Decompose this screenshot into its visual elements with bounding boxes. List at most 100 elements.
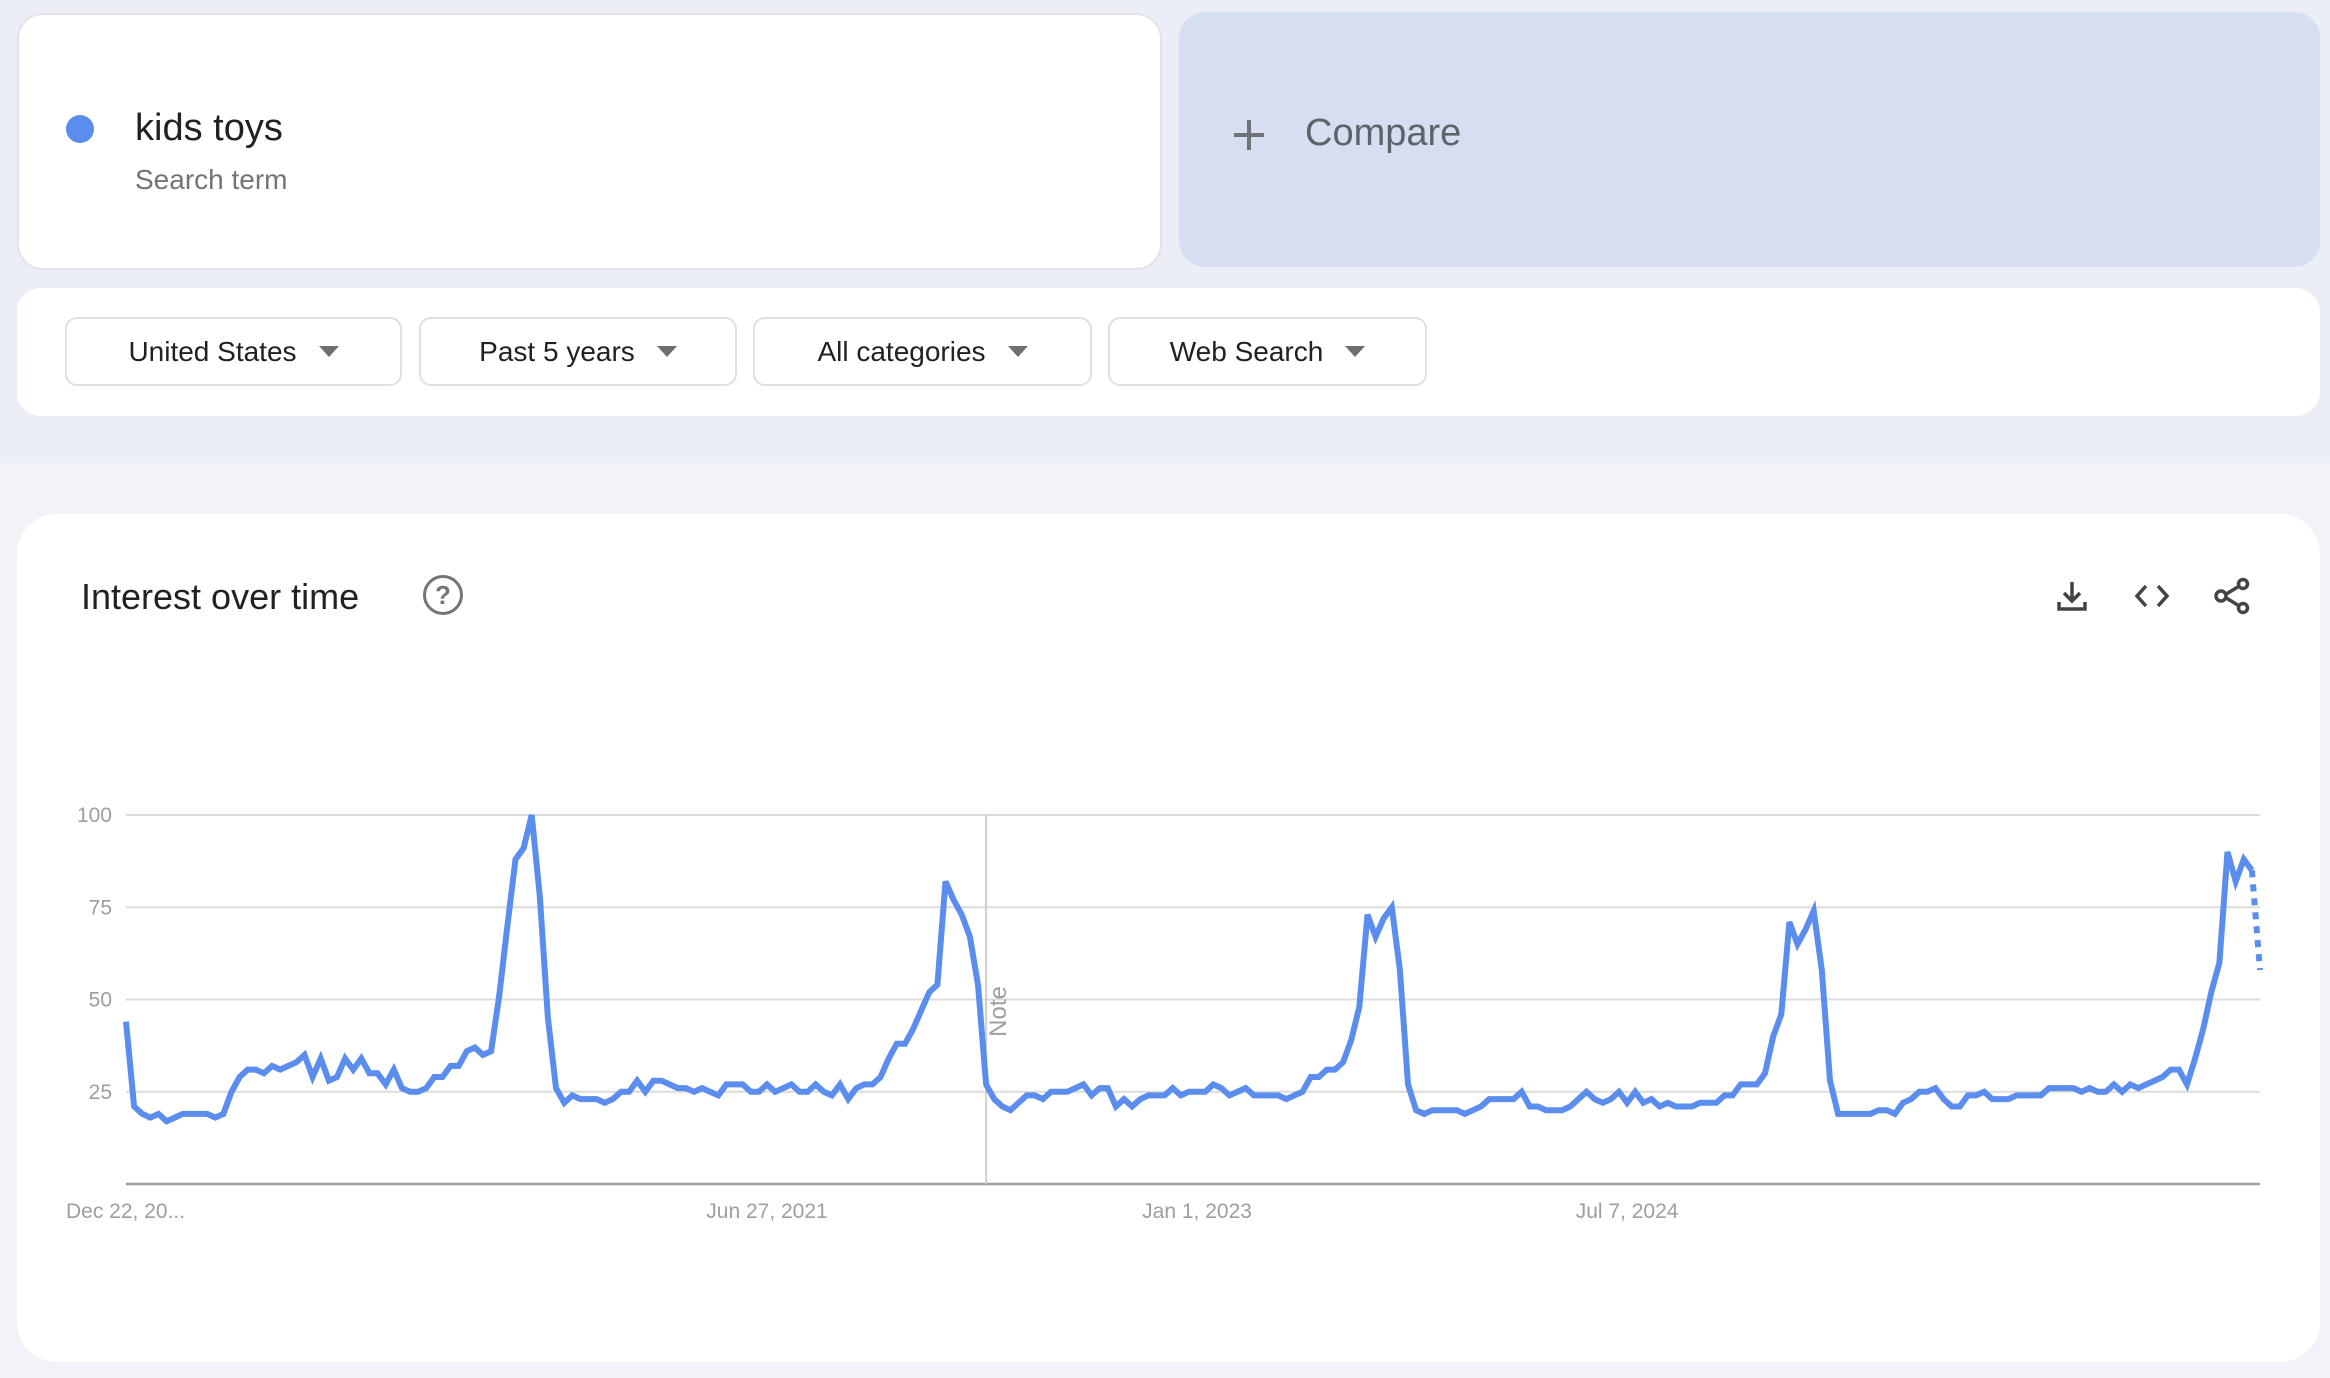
data-point[interactable] bbox=[1657, 1104, 1663, 1110]
data-point[interactable] bbox=[1640, 1100, 1646, 1106]
data-point[interactable] bbox=[1551, 1107, 1557, 1113]
data-point[interactable] bbox=[821, 1089, 827, 1095]
data-point[interactable] bbox=[1129, 1104, 1135, 1110]
data-point[interactable] bbox=[2184, 1081, 2190, 1087]
data-point[interactable] bbox=[1762, 1070, 1768, 1076]
data-point[interactable] bbox=[715, 1092, 721, 1098]
data-point[interactable] bbox=[131, 1104, 137, 1110]
data-point[interactable] bbox=[2111, 1081, 2117, 1087]
data-point[interactable] bbox=[975, 982, 981, 988]
data-point[interactable] bbox=[748, 1089, 754, 1095]
data-point[interactable] bbox=[707, 1089, 713, 1095]
data-point[interactable] bbox=[1324, 1067, 1330, 1073]
data-point[interactable] bbox=[1227, 1092, 1233, 1098]
data-point[interactable] bbox=[1543, 1107, 1549, 1113]
data-point[interactable] bbox=[691, 1089, 697, 1095]
data-point[interactable] bbox=[139, 1111, 145, 1117]
data-point[interactable] bbox=[1048, 1089, 1054, 1095]
data-point[interactable] bbox=[2095, 1089, 2101, 1095]
data-point[interactable] bbox=[1730, 1092, 1736, 1098]
data-point[interactable] bbox=[1024, 1092, 1030, 1098]
data-point[interactable] bbox=[740, 1081, 746, 1087]
data-point[interactable] bbox=[1064, 1089, 1070, 1095]
data-point[interactable] bbox=[1868, 1111, 1874, 1117]
data-point[interactable] bbox=[1097, 1085, 1103, 1091]
data-point[interactable] bbox=[618, 1089, 624, 1095]
data-point[interactable] bbox=[431, 1074, 437, 1080]
data-point[interactable] bbox=[1121, 1096, 1127, 1102]
data-point[interactable] bbox=[1365, 912, 1371, 918]
data-point[interactable] bbox=[204, 1111, 210, 1117]
data-point[interactable] bbox=[1924, 1089, 1930, 1095]
data-point[interactable] bbox=[1308, 1074, 1314, 1080]
data-point[interactable] bbox=[1283, 1096, 1289, 1102]
data-point[interactable] bbox=[1876, 1107, 1882, 1113]
data-point[interactable] bbox=[529, 812, 535, 818]
data-point[interactable] bbox=[569, 1092, 575, 1098]
data-point[interactable] bbox=[1494, 1096, 1500, 1102]
data-point[interactable] bbox=[1300, 1089, 1306, 1095]
data-point[interactable] bbox=[1405, 1081, 1411, 1087]
data-point[interactable] bbox=[756, 1089, 762, 1095]
data-point[interactable] bbox=[1210, 1081, 1216, 1087]
data-point[interactable] bbox=[164, 1118, 170, 1124]
data-point[interactable] bbox=[1916, 1089, 1922, 1095]
data-point[interactable] bbox=[1973, 1092, 1979, 1098]
data-point[interactable] bbox=[285, 1063, 291, 1069]
data-point[interactable] bbox=[391, 1067, 397, 1073]
data-point[interactable] bbox=[1608, 1096, 1614, 1102]
data-point[interactable] bbox=[156, 1111, 162, 1117]
data-point[interactable] bbox=[545, 1015, 551, 1021]
data-point[interactable] bbox=[1275, 1092, 1281, 1098]
data-point[interactable] bbox=[1316, 1074, 1322, 1080]
data-point[interactable] bbox=[1470, 1107, 1476, 1113]
note-label[interactable]: Note bbox=[985, 986, 1012, 1037]
data-point[interactable] bbox=[1202, 1089, 1208, 1095]
data-point[interactable] bbox=[342, 1056, 348, 1062]
data-point[interactable] bbox=[837, 1081, 843, 1087]
data-point[interactable] bbox=[1259, 1092, 1265, 1098]
data-point[interactable] bbox=[1843, 1111, 1849, 1117]
data-point[interactable] bbox=[1218, 1085, 1224, 1091]
data-point[interactable] bbox=[983, 1081, 989, 1087]
data-point[interactable] bbox=[2087, 1085, 2093, 1091]
data-point[interactable] bbox=[1105, 1085, 1111, 1091]
data-point[interactable] bbox=[245, 1067, 251, 1073]
data-point[interactable] bbox=[1291, 1092, 1297, 1098]
data-point[interactable] bbox=[1389, 904, 1395, 910]
data-point[interactable] bbox=[1454, 1107, 1460, 1113]
data-point[interactable] bbox=[764, 1081, 770, 1087]
data-point[interactable] bbox=[1803, 926, 1809, 932]
data-point[interactable] bbox=[1705, 1100, 1711, 1106]
data-point[interactable] bbox=[1040, 1096, 1046, 1102]
data-point[interactable] bbox=[1997, 1096, 2003, 1102]
data-point[interactable] bbox=[2022, 1092, 2028, 1098]
search-term-name[interactable]: kids toys bbox=[135, 107, 283, 150]
data-point[interactable] bbox=[2143, 1081, 2149, 1087]
data-point[interactable] bbox=[1486, 1096, 1492, 1102]
filter-category-dropdown[interactable]: All categories bbox=[753, 317, 1092, 386]
data-point[interactable] bbox=[464, 1048, 470, 1054]
data-point[interactable] bbox=[1413, 1107, 1419, 1113]
data-point[interactable] bbox=[878, 1074, 884, 1080]
data-point[interactable] bbox=[407, 1089, 413, 1095]
data-point[interactable] bbox=[2127, 1081, 2133, 1087]
data-point[interactable] bbox=[334, 1074, 340, 1080]
data-point[interactable] bbox=[1827, 1078, 1833, 1084]
data-point[interactable] bbox=[1884, 1107, 1890, 1113]
data-point[interactable] bbox=[2006, 1096, 2012, 1102]
data-point[interactable] bbox=[1348, 1037, 1354, 1043]
data-point[interactable] bbox=[1689, 1104, 1695, 1110]
data-point[interactable] bbox=[1941, 1096, 1947, 1102]
data-point[interactable] bbox=[1356, 1004, 1362, 1010]
data-point[interactable] bbox=[1032, 1092, 1038, 1098]
data-point[interactable] bbox=[513, 856, 519, 862]
data-point[interactable] bbox=[1340, 1059, 1346, 1065]
data-point[interactable] bbox=[1535, 1104, 1541, 1110]
data-point[interactable] bbox=[1567, 1104, 1573, 1110]
data-point[interactable] bbox=[1527, 1104, 1533, 1110]
data-point[interactable] bbox=[293, 1059, 299, 1065]
data-point[interactable] bbox=[805, 1089, 811, 1095]
data-point[interactable] bbox=[1186, 1089, 1192, 1095]
data-point[interactable] bbox=[553, 1085, 559, 1091]
